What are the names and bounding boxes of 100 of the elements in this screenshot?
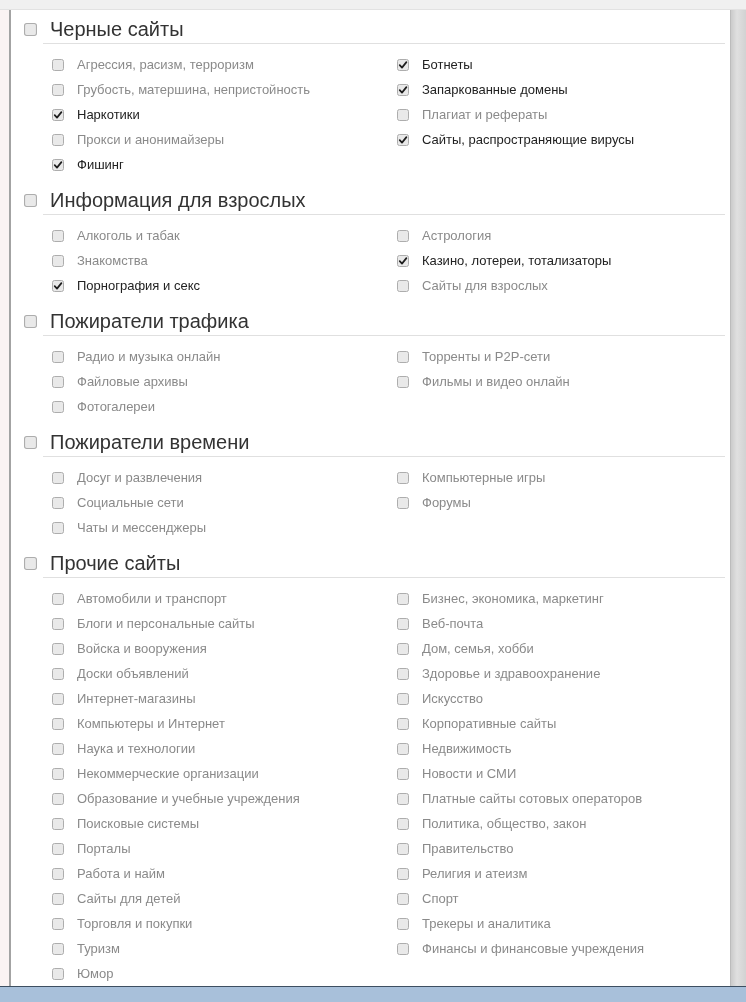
checkbox[interactable] — [397, 279, 409, 292]
checkbox[interactable] — [52, 521, 64, 534]
checkbox[interactable] — [52, 817, 64, 830]
category-label: Образование и учебные учреждения — [77, 790, 300, 807]
checkbox[interactable] — [52, 967, 64, 980]
checkbox[interactable] — [24, 436, 37, 449]
checkbox[interactable] — [397, 917, 409, 930]
section-title: Пожиратели трафика — [50, 309, 249, 334]
checkbox[interactable] — [397, 892, 409, 905]
category-label: Прокси и анонимайзеры — [77, 131, 224, 148]
checkbox[interactable] — [397, 496, 409, 509]
checkbox[interactable] — [52, 158, 64, 171]
checkbox[interactable] — [397, 667, 409, 680]
checkbox[interactable] — [52, 942, 64, 955]
category-label: Плагиат и рефераты — [422, 106, 548, 123]
checkbox[interactable] — [52, 254, 64, 267]
checkbox[interactable] — [52, 717, 64, 730]
category-label: Порталы — [77, 840, 131, 857]
checkbox[interactable] — [52, 279, 64, 292]
checkbox[interactable] — [397, 792, 409, 805]
checkbox[interactable] — [52, 229, 64, 242]
checkbox[interactable] — [52, 767, 64, 780]
category-label: Сайты для детей — [77, 890, 181, 907]
category-label: Торговля и покупки — [77, 915, 193, 932]
category-label: Грубость, матершина, непристойность — [77, 81, 311, 98]
checkbox[interactable] — [52, 867, 64, 880]
category-label: Фильмы и видео онлайн — [422, 373, 570, 390]
checkbox[interactable] — [397, 350, 409, 363]
checkbox[interactable] — [52, 496, 64, 509]
category-label: Социальные сети — [77, 494, 184, 511]
checkbox[interactable] — [24, 194, 37, 207]
category-label: Политика, общество, закон — [422, 815, 587, 832]
category-label: Фотогалереи — [77, 398, 156, 415]
checkbox[interactable] — [52, 133, 64, 146]
category-label: Финансы и финансовые учреждения — [422, 940, 645, 957]
checkbox[interactable] — [52, 471, 64, 484]
category-label: Алкоголь и табак — [77, 227, 180, 244]
category-label: Компьютерные игры — [422, 469, 546, 486]
category-label: Туризм — [77, 940, 120, 957]
checkbox[interactable] — [52, 667, 64, 680]
scrollbar[interactable] — [730, 10, 746, 986]
checkbox[interactable] — [52, 108, 64, 121]
category-label: Наркотики — [77, 106, 140, 123]
checkbox[interactable] — [52, 742, 64, 755]
category-label: Религия и атеизм — [422, 865, 528, 882]
checkbox[interactable] — [52, 83, 64, 96]
section-title: Прочие сайты — [50, 551, 181, 576]
checkbox[interactable] — [52, 617, 64, 630]
section-title: Информация для взрослых — [50, 188, 306, 213]
category-label: Блоги и персональные сайты — [77, 615, 255, 632]
checkbox[interactable] — [52, 592, 64, 605]
category-label: Запаркованные домены — [422, 81, 568, 98]
checkbox[interactable] — [397, 375, 409, 388]
section-title: Черные сайты — [50, 17, 184, 42]
checkbox[interactable] — [397, 592, 409, 605]
category-label: Дом, семья, хобби — [422, 640, 534, 657]
checkbox[interactable] — [24, 557, 37, 570]
checkbox[interactable] — [52, 842, 64, 855]
category-label: Недвижимость — [422, 740, 512, 757]
category-label: Ботнеты — [422, 56, 473, 73]
section-title: Пожиратели времени — [50, 430, 250, 455]
checkbox[interactable] — [397, 471, 409, 484]
category-label: Поисковые системы — [77, 815, 200, 832]
category-label: Некоммерческие организации — [77, 765, 259, 782]
checkbox[interactable] — [397, 254, 409, 267]
checkbox[interactable] — [52, 350, 64, 363]
checkbox[interactable] — [24, 23, 37, 36]
checkbox[interactable] — [52, 917, 64, 930]
category-label: Знакомства — [77, 252, 148, 269]
checkbox[interactable] — [397, 767, 409, 780]
checkbox[interactable] — [397, 133, 409, 146]
checkbox[interactable] — [397, 717, 409, 730]
checkbox[interactable] — [397, 83, 409, 96]
checkbox[interactable] — [52, 642, 64, 655]
checkbox[interactable] — [52, 792, 64, 805]
checkbox[interactable] — [397, 942, 409, 955]
category-label: Астрология — [422, 227, 492, 244]
checkbox[interactable] — [397, 867, 409, 880]
checkbox[interactable] — [52, 58, 64, 71]
category-label: Здоровье и здравоохранение — [422, 665, 601, 682]
checkbox[interactable] — [52, 692, 64, 705]
checkbox[interactable] — [397, 108, 409, 121]
checkbox[interactable] — [397, 642, 409, 655]
category-label: Корпоративные сайты — [422, 715, 557, 732]
category-label: Искусство — [422, 690, 483, 707]
category-label: Компьютеры и Интернет — [77, 715, 225, 732]
checkbox[interactable] — [397, 817, 409, 830]
checkbox[interactable] — [397, 617, 409, 630]
category-label: Юмор — [77, 965, 114, 982]
checkbox[interactable] — [397, 842, 409, 855]
checkbox[interactable] — [397, 58, 409, 71]
checkbox[interactable] — [52, 375, 64, 388]
category-label: Доски объявлений — [77, 665, 189, 682]
checkbox[interactable] — [24, 315, 37, 328]
checkbox[interactable] — [397, 229, 409, 242]
category-label: Войска и вооружения — [77, 640, 207, 657]
checkbox[interactable] — [397, 692, 409, 705]
checkbox[interactable] — [397, 742, 409, 755]
checkbox[interactable] — [52, 400, 64, 413]
checkbox[interactable] — [52, 892, 64, 905]
